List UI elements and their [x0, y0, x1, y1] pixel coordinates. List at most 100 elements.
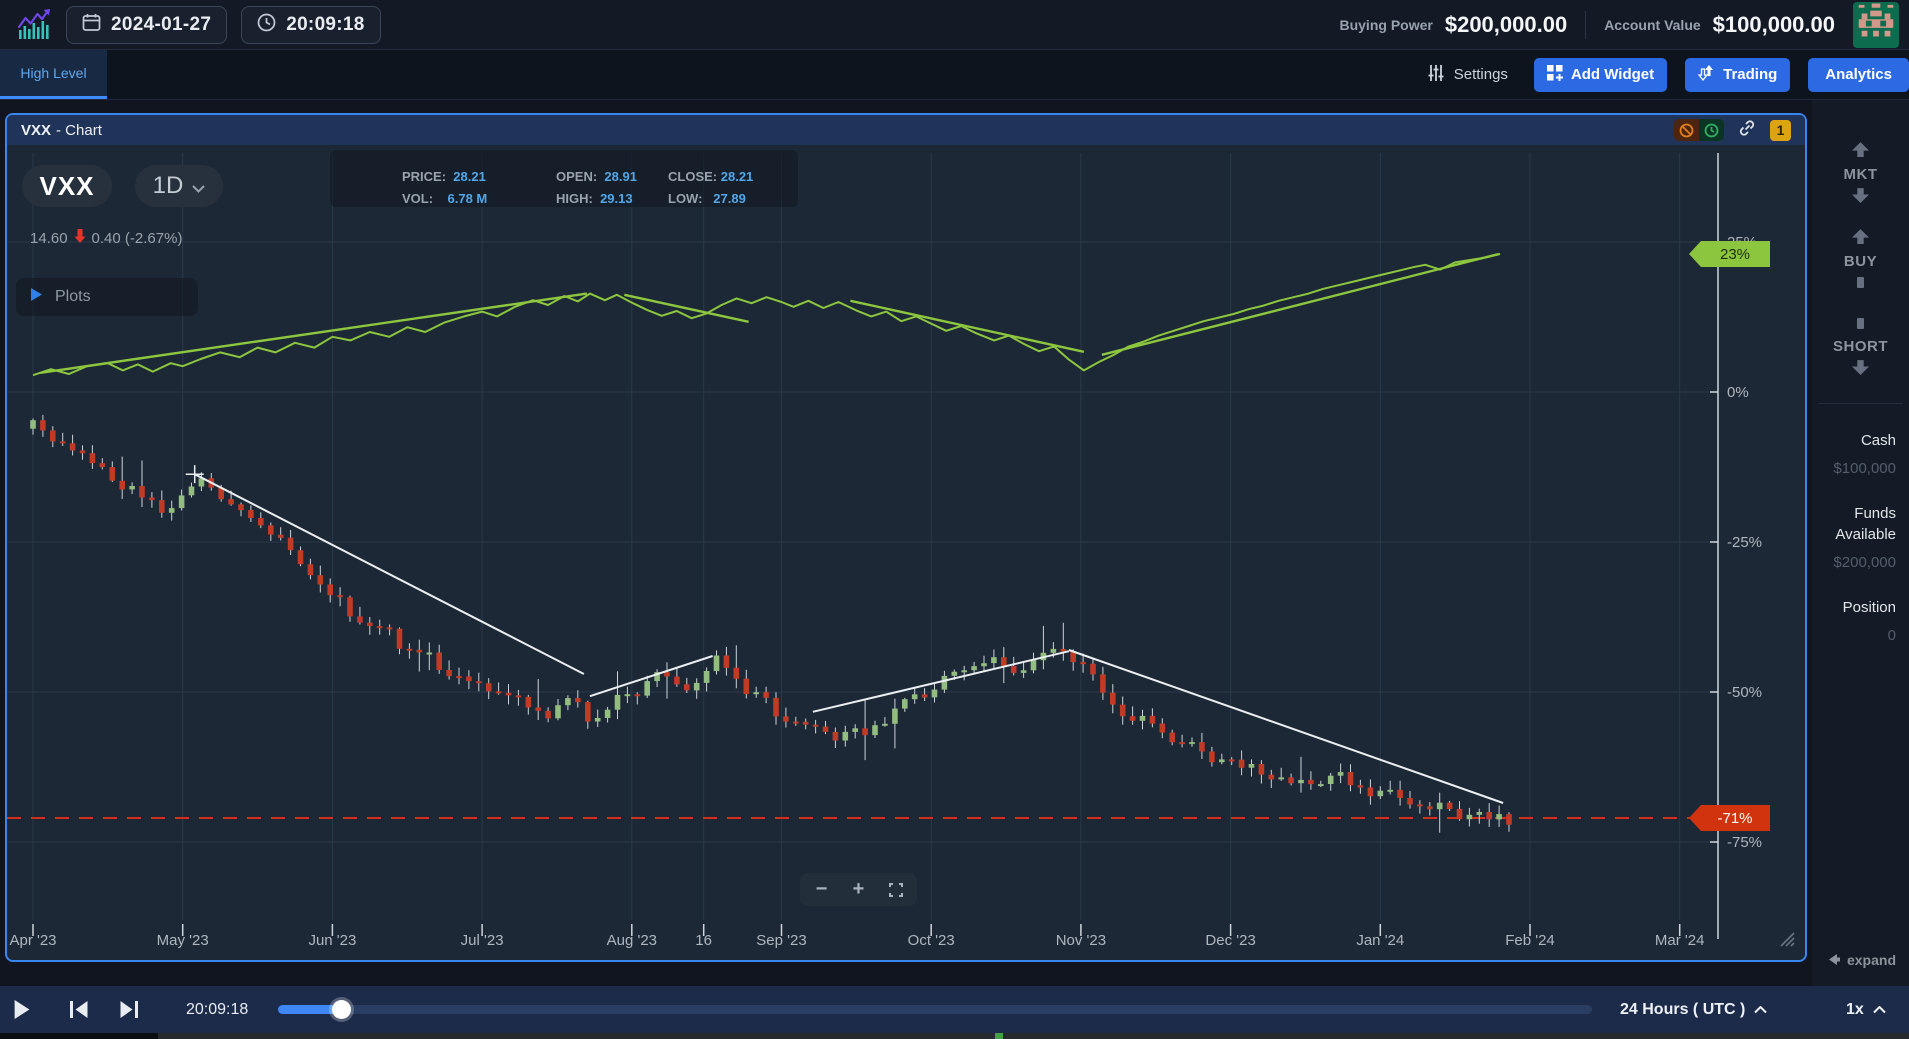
- trading-app: 2024-01-27 20:09:18 Buying Power $200,00…: [0, 0, 1909, 1039]
- buying-power-value: $200,000.00: [1445, 12, 1567, 38]
- zoom-out-button[interactable]: −: [803, 876, 840, 903]
- clock-icon: [257, 13, 276, 37]
- panel-status-icons: [1674, 119, 1724, 141]
- trade-sidebar: MKT BUY SHORT Cash $100,000 Funds Availa…: [1812, 100, 1909, 986]
- account-value-label: Account Value: [1604, 17, 1700, 33]
- funds-available-value: $200,000: [1812, 554, 1896, 571]
- plots-toggle[interactable]: Plots: [16, 278, 198, 316]
- clock-status-icon[interactable]: [1699, 119, 1724, 141]
- tab-high-level[interactable]: High Level: [0, 50, 107, 99]
- vol-value: 6.78 M: [448, 191, 488, 206]
- arrow-up-icon: [1852, 142, 1869, 161]
- high-label: HIGH:: [556, 191, 593, 206]
- symbol-pill[interactable]: VXX: [22, 165, 112, 207]
- topbar: 2024-01-27 20:09:18 Buying Power $200,00…: [0, 0, 1909, 50]
- svg-text:-75%: -75%: [1727, 834, 1762, 851]
- open-value: 28.91: [604, 169, 637, 184]
- resize-handle-icon[interactable]: [1775, 927, 1795, 952]
- add-widget-button[interactable]: Add Widget: [1534, 58, 1667, 92]
- buy-button[interactable]: BUY: [1812, 207, 1909, 292]
- svg-text:Jul '23: Jul '23: [461, 932, 504, 949]
- price-label: PRICE:: [402, 169, 446, 184]
- time-field[interactable]: 20:09:18: [241, 6, 380, 44]
- panel-title: VXX- Chart: [21, 122, 102, 139]
- app-logo-icon: [16, 8, 52, 42]
- trading-button[interactable]: Trading: [1685, 58, 1790, 92]
- timeline-slider[interactable]: [278, 1005, 1592, 1014]
- taskbar-strip: [0, 1033, 1909, 1039]
- svg-text:Feb '24: Feb '24: [1505, 932, 1555, 949]
- settings-button[interactable]: Settings: [1427, 64, 1508, 86]
- chevron-up-icon: [1873, 1001, 1886, 1019]
- arrow-up-icon: [1852, 229, 1869, 248]
- taskbar-app-icon[interactable]: [995, 1033, 1003, 1039]
- sliders-icon: [1427, 64, 1445, 86]
- skip-back-button[interactable]: [70, 986, 89, 1033]
- chart-area: 25%0%-25%-50%-75%Apr '23May '23Jun '23Ju…: [7, 145, 1801, 956]
- svg-text:-50%: -50%: [1727, 684, 1762, 701]
- ohlc-info-panel: PRICE: 28.21 VOL: 6.78 M OPEN: 28.91 HIG…: [330, 150, 798, 207]
- stub-icon: [1857, 316, 1864, 333]
- arrow-left-icon: [1829, 952, 1840, 968]
- timeframe-dropdown[interactable]: 1D: [135, 165, 223, 207]
- mkt-button[interactable]: MKT: [1812, 100, 1909, 207]
- svg-text:-71%: -71%: [1717, 810, 1752, 827]
- chart-panel-header[interactable]: VXX- Chart: [7, 115, 1805, 145]
- time-value: 20:09:18: [286, 14, 364, 36]
- low-label: LOW:: [668, 191, 702, 206]
- vol-label: VOL:: [402, 191, 433, 206]
- svg-text:Nov '23: Nov '23: [1056, 932, 1106, 949]
- svg-text:May '23: May '23: [157, 932, 209, 949]
- svg-text:Apr '23: Apr '23: [9, 932, 56, 949]
- high-value: 29.13: [600, 191, 633, 206]
- zoom-in-button[interactable]: +: [840, 876, 877, 903]
- svg-text:Jan '24: Jan '24: [1356, 932, 1404, 949]
- expand-triangle-icon: [31, 288, 42, 306]
- funds-available-label: Funds Available: [1812, 503, 1896, 545]
- range-selector[interactable]: 24 Hours ( UTC ): [1620, 986, 1767, 1033]
- playback-bar: 20:09:18 24 Hours ( UTC ) 1x: [0, 986, 1909, 1033]
- date-value: 2024-01-27: [111, 14, 211, 36]
- fullscreen-button[interactable]: [877, 876, 914, 903]
- speed-selector[interactable]: 1x: [1846, 986, 1886, 1033]
- count-badge[interactable]: 1: [1770, 120, 1791, 141]
- calendar-icon: [82, 13, 101, 37]
- svg-text:-25%: -25%: [1727, 534, 1762, 551]
- chart-panel: VXX- Chart: [5, 113, 1807, 962]
- price-chart[interactable]: 25%0%-25%-50%-75%Apr '23May '23Jun '23Ju…: [7, 145, 1801, 956]
- low-value: 27.89: [713, 191, 746, 206]
- svg-text:Mar '24: Mar '24: [1655, 932, 1705, 949]
- close-value: 28.21: [721, 169, 754, 184]
- trading-arrows-icon: [1698, 64, 1715, 85]
- avatar[interactable]: [1853, 2, 1899, 48]
- svg-text:Oct '23: Oct '23: [908, 932, 955, 949]
- link-icon[interactable]: [1737, 118, 1757, 143]
- svg-text:Jun '23: Jun '23: [308, 932, 356, 949]
- svg-text:Dec '23: Dec '23: [1205, 932, 1255, 949]
- topbar-divider: [1585, 11, 1586, 39]
- svg-text:23%: 23%: [1720, 246, 1750, 263]
- price-value: 28.21: [453, 169, 486, 184]
- alerts-off-icon[interactable]: [1674, 119, 1699, 141]
- position-label: Position: [1812, 597, 1896, 618]
- playback-time: 20:09:18: [186, 986, 248, 1033]
- close-label: CLOSE:: [668, 169, 717, 184]
- zoom-controls: − +: [800, 873, 917, 906]
- svg-text:16: 16: [695, 932, 712, 949]
- expand-button[interactable]: expand: [1829, 952, 1896, 968]
- date-field[interactable]: 2024-01-27: [66, 6, 227, 44]
- account-value-value: $100,000.00: [1713, 12, 1835, 38]
- open-label: OPEN:: [556, 169, 597, 184]
- widget-grid-icon: [1547, 65, 1563, 85]
- down-arrow-icon: [74, 229, 86, 247]
- timeline-slider-thumb[interactable]: [332, 1000, 351, 1019]
- play-button[interactable]: [14, 986, 30, 1033]
- stub-icon: [1857, 275, 1864, 292]
- sidebar-divider: [1818, 403, 1903, 404]
- svg-text:0%: 0%: [1727, 384, 1749, 401]
- short-button[interactable]: SHORT: [1812, 292, 1909, 379]
- analytics-button[interactable]: Analytics: [1808, 58, 1909, 92]
- skip-forward-button[interactable]: [119, 986, 138, 1033]
- tabbar: High Level Settings Add Widget: [0, 50, 1909, 100]
- price-change-row: 14.60 0.40 (-2.67%): [30, 229, 182, 247]
